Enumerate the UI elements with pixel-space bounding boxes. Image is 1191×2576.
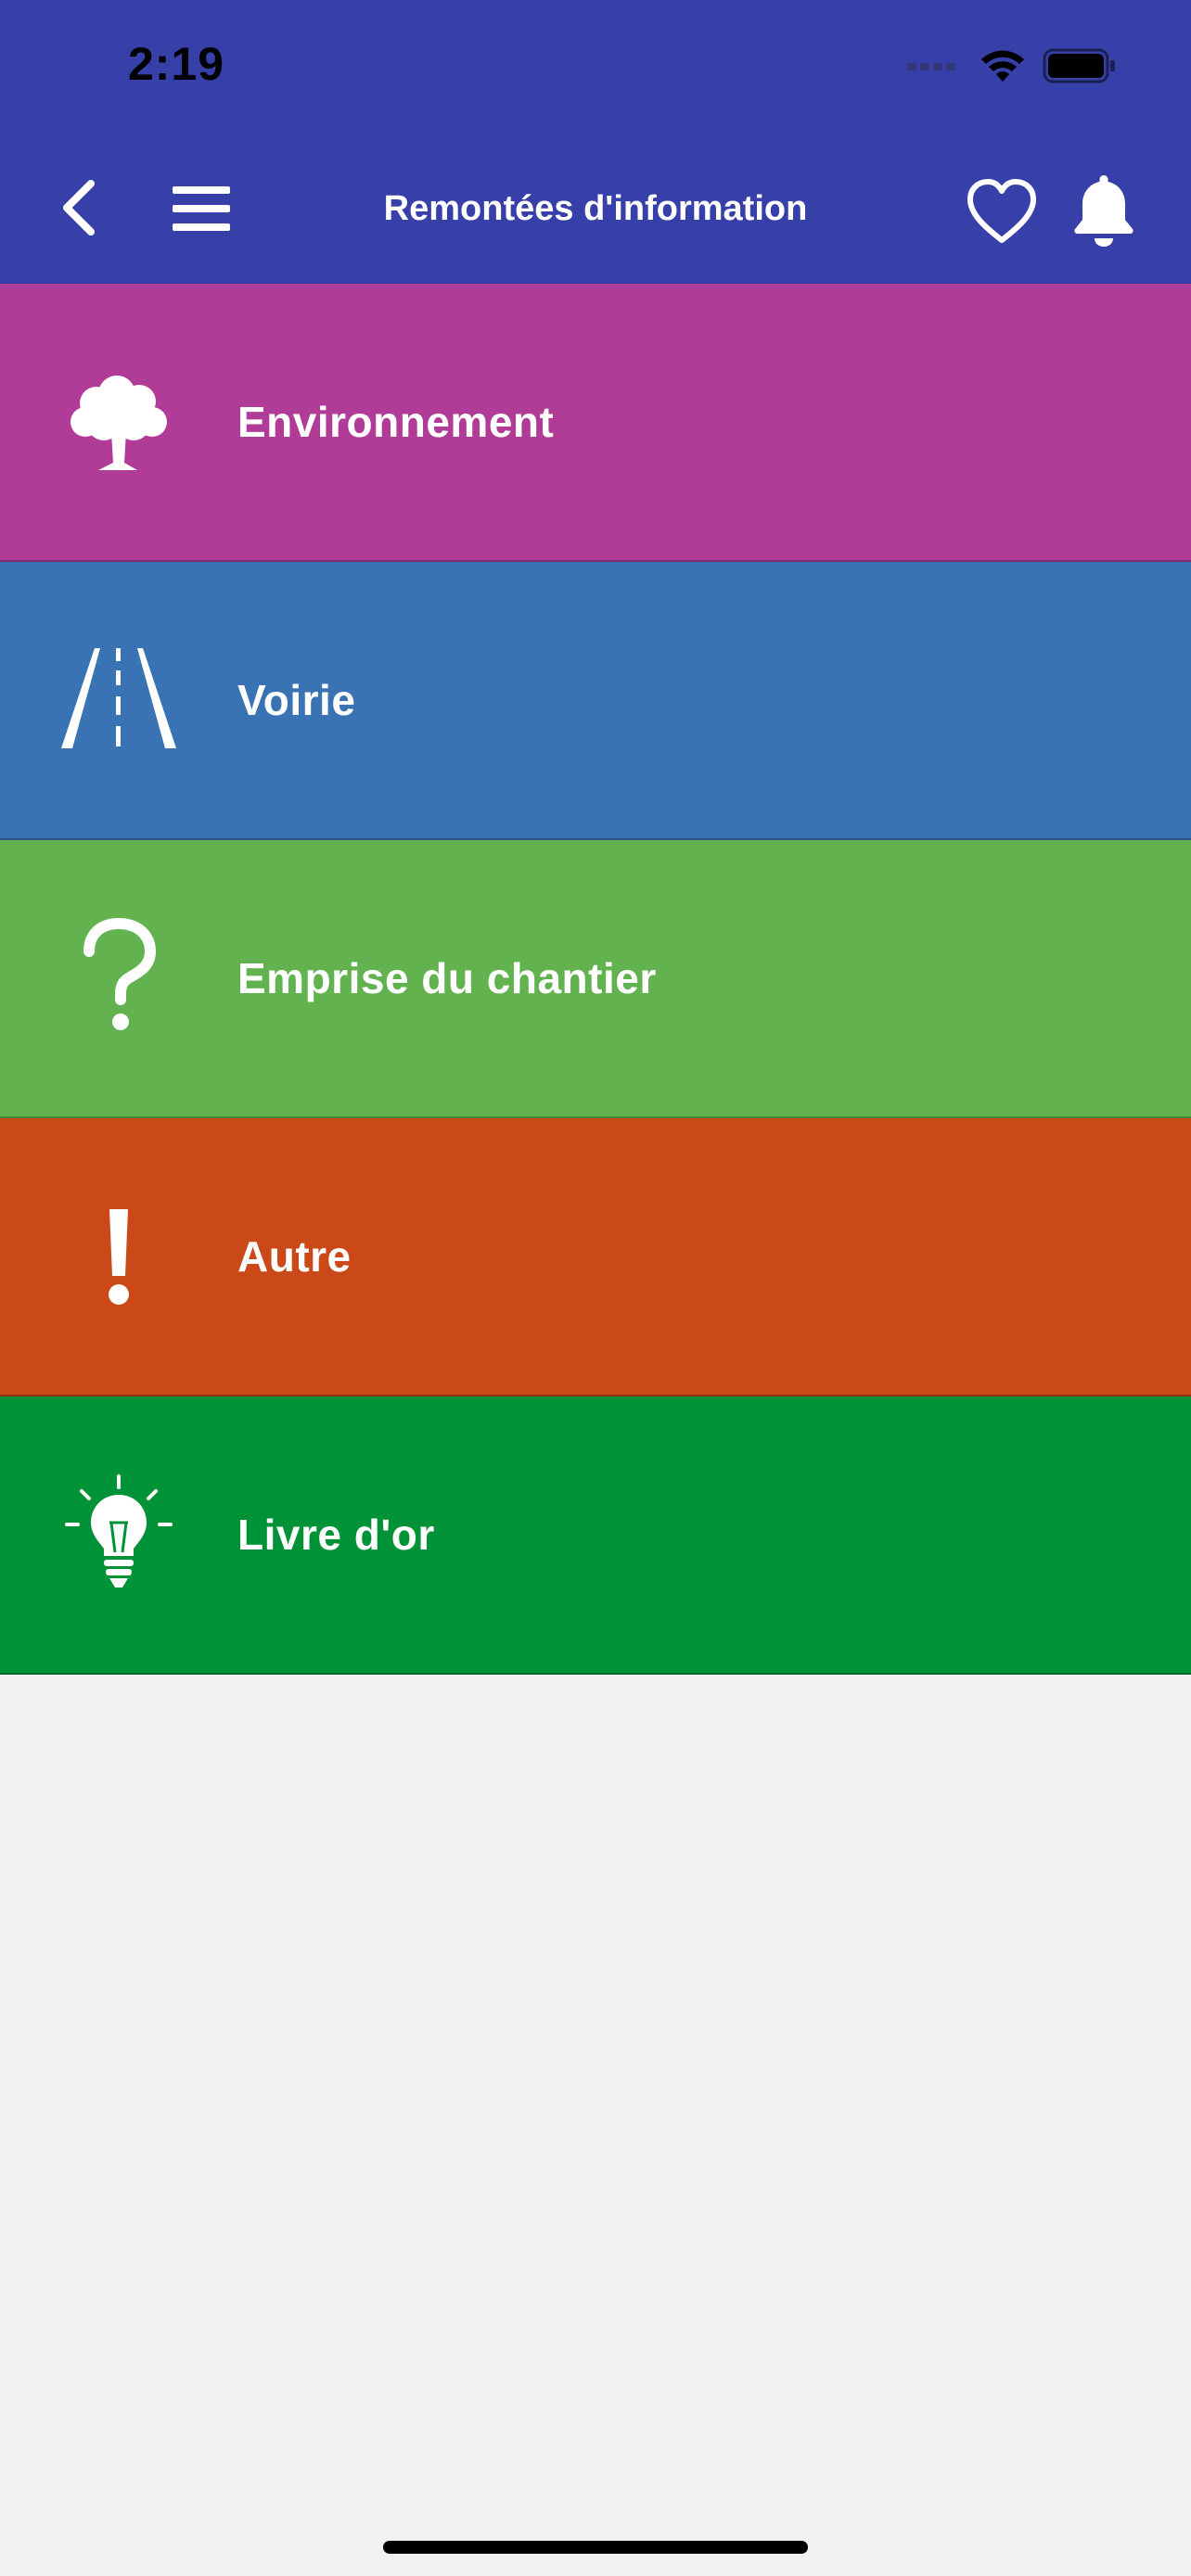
category-list: Environnement Voirie Emprise du chantier [0,284,1191,1675]
favorite-button[interactable] [963,172,1041,250]
hamburger-menu-icon [173,186,230,231]
category-voirie[interactable]: Voirie [0,562,1191,840]
road-icon [50,631,187,769]
status-icons [907,45,1117,91]
app-header: 2:19 Remontées d'information [0,0,1191,284]
category-label: Environnement [237,398,555,446]
navigation-bar: Remontées d'information [0,158,1191,260]
category-emprise-du-chantier[interactable]: Emprise du chantier [0,840,1191,1118]
chevron-left-icon [63,180,95,236]
notifications-button[interactable] [1065,169,1143,252]
wifi-icon [980,48,1026,88]
category-label: Voirie [237,676,356,724]
cellular-signal-icon [907,59,963,77]
battery-icon [1043,47,1117,89]
category-label: Autre [237,1232,352,1281]
category-label: Emprise du chantier [237,954,657,1002]
category-autre[interactable]: Autre [0,1118,1191,1396]
tree-icon [50,353,187,491]
category-livre-dor[interactable]: Livre d'or [0,1396,1191,1675]
menu-button[interactable] [169,176,234,241]
page-title: Remontées d'information [383,189,808,228]
heart-icon [967,179,1036,243]
bell-icon [1074,175,1133,247]
category-label: Livre d'or [237,1511,435,1559]
exclamation-icon [50,1188,187,1325]
question-mark-icon [50,910,187,1047]
home-indicator[interactable] [383,2541,808,2554]
category-environnement[interactable]: Environnement [0,284,1191,562]
lightbulb-icon [50,1466,187,1603]
status-time: 2:19 [128,38,225,90]
back-button[interactable] [48,174,108,241]
